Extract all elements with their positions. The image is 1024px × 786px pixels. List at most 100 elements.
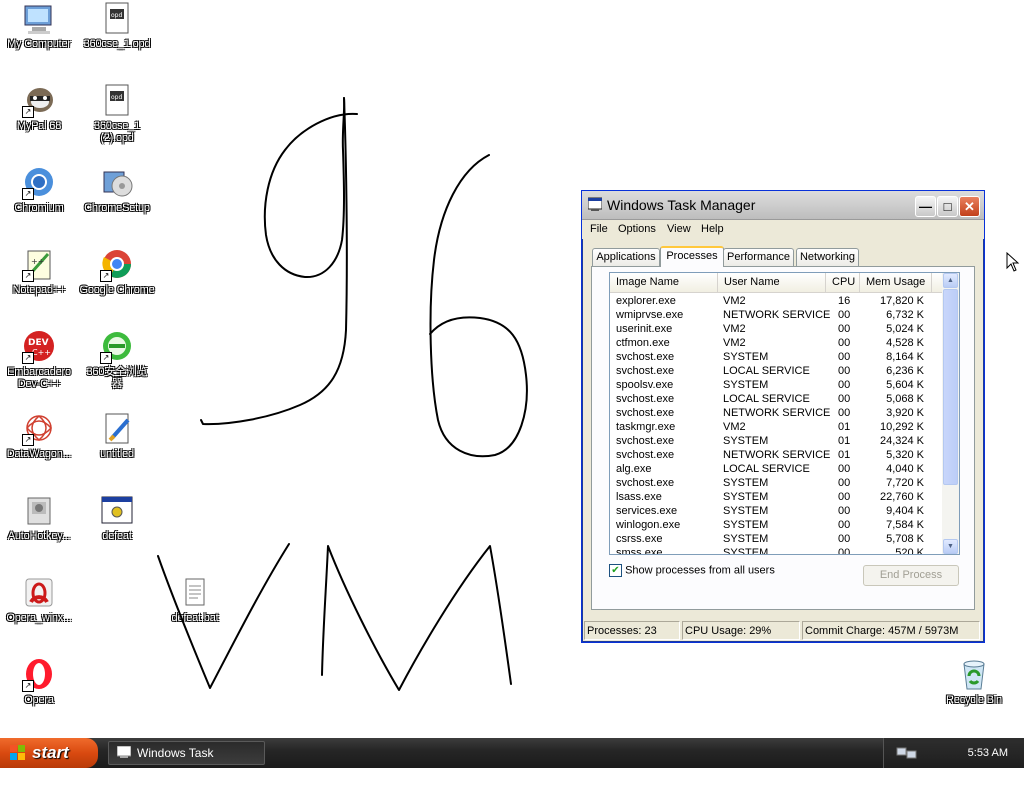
process-mem-usage: 4,040 K <box>886 463 924 475</box>
taskbar-button-task-manager[interactable]: Windows Task Manager <box>108 741 265 782</box>
process-cpu: 01 <box>838 421 851 433</box>
menu-file[interactable]: File <box>590 223 608 235</box>
table-row[interactable]: svchost.exe SYSTEM 00 8,164 K <box>610 350 942 364</box>
process-image-name: svchost.exe <box>616 435 675 447</box>
table-row[interactable]: lsass.exe SYSTEM 00 22,760 K <box>610 490 942 504</box>
table-row[interactable]: alg.exe LOCAL SERVICE 00 4,040 K <box>610 462 942 476</box>
tab-performance[interactable]: Performance <box>723 248 794 266</box>
process-cpu: 00 <box>838 505 851 517</box>
column-user-name[interactable]: User Name <box>718 273 826 292</box>
process-user-name: NETWORK SERVICE <box>723 309 831 321</box>
scroll-down-button[interactable]: ▼ <box>943 539 958 554</box>
process-cpu: 00 <box>838 491 851 503</box>
process-user-name: LOCAL SERVICE <box>723 393 810 405</box>
process-mem-usage: 5,708 K <box>886 533 924 545</box>
table-row[interactable]: svchost.exe LOCAL SERVICE 00 6,236 K <box>610 364 942 378</box>
table-row[interactable]: csrss.exe SYSTEM 00 5,708 K <box>610 532 942 546</box>
process-image-name: services.exe <box>616 505 678 517</box>
process-image-name: ctfmon.exe <box>616 337 670 349</box>
process-mem-usage: 6,236 K <box>886 365 924 377</box>
menu-help[interactable]: Help <box>701 223 724 235</box>
drawn-stroke-six <box>429 154 528 458</box>
process-image-name: wmiprvse.exe <box>616 309 684 321</box>
minimize-icon: — <box>919 199 932 214</box>
process-mem-usage: 5,604 K <box>886 379 924 391</box>
process-cpu: 00 <box>838 379 851 391</box>
table-row[interactable]: ctfmon.exe VM2 00 4,528 K <box>610 336 942 350</box>
network-connection-icon[interactable] <box>896 745 918 761</box>
table-row[interactable]: svchost.exe SYSTEM 01 24,324 K <box>610 434 942 448</box>
status-processes: Processes: 23 <box>584 621 680 640</box>
process-mem-usage: 4,528 K <box>886 337 924 349</box>
processes-panel: Image Name User Name CPU Mem Usage explo… <box>591 266 975 610</box>
process-image-name: svchost.exe <box>616 449 675 461</box>
column-mem-usage[interactable]: Mem Usage <box>860 273 932 292</box>
close-button[interactable]: ✕ <box>959 196 980 217</box>
close-icon: ✕ <box>964 199 975 214</box>
process-user-name: SYSTEM <box>723 491 769 503</box>
tab-applications[interactable]: Applications <box>592 248 660 266</box>
minimize-button[interactable]: — <box>915 196 936 217</box>
process-cpu: 00 <box>838 393 851 405</box>
process-user-name: SYSTEM <box>723 547 769 555</box>
process-user-name: SYSTEM <box>723 477 769 489</box>
process-cpu: 01 <box>838 449 851 461</box>
table-row[interactable]: explorer.exe VM2 16 17,820 K <box>610 294 942 308</box>
tab-networking[interactable]: Networking <box>796 248 859 266</box>
menu-options[interactable]: Options <box>618 223 656 235</box>
table-row[interactable]: svchost.exe NETWORK SERVICE 01 5,320 K <box>610 448 942 462</box>
vertical-scrollbar[interactable]: ▲ ▼ <box>942 273 959 554</box>
process-mem-usage: 22,760 K <box>879 491 924 503</box>
column-image-name[interactable]: Image Name <box>610 273 718 292</box>
drawn-stroke-m <box>321 545 512 691</box>
process-image-name: spoolsv.exe <box>616 379 674 391</box>
start-button[interactable]: start <box>0 738 98 768</box>
table-row[interactable]: userinit.exe VM2 00 5,024 K <box>610 322 942 336</box>
table-row[interactable]: svchost.exe NETWORK SERVICE 00 3,920 K <box>610 406 942 420</box>
process-cpu: 00 <box>838 351 851 363</box>
table-row[interactable]: wmiprvse.exe NETWORK SERVICE 00 6,732 K <box>610 308 942 322</box>
process-image-name: svchost.exe <box>616 351 675 363</box>
status-cpu-usage: CPU Usage: 29% <box>682 621 800 640</box>
list-header: Image Name User Name CPU Mem Usage <box>610 273 942 293</box>
process-image-name: svchost.exe <box>616 407 675 419</box>
table-row[interactable]: winlogon.exe SYSTEM 00 7,584 K <box>610 518 942 532</box>
process-image-name: svchost.exe <box>616 477 675 489</box>
show-all-processes-option[interactable]: ✔ Show processes from all users <box>609 564 775 577</box>
process-image-name: explorer.exe <box>616 295 676 307</box>
table-row[interactable]: svchost.exe LOCAL SERVICE 00 5,068 K <box>610 392 942 406</box>
process-user-name: NETWORK SERVICE <box>723 407 831 419</box>
process-user-name: SYSTEM <box>723 379 769 391</box>
process-image-name: winlogon.exe <box>616 519 681 531</box>
process-cpu: 00 <box>838 309 851 321</box>
start-label: start <box>32 743 69 762</box>
process-cpu: 00 <box>838 323 851 335</box>
title-bar[interactable]: Windows Task Manager — □ ✕ <box>582 191 984 220</box>
clock[interactable]: 5:53 AM <box>968 738 1008 768</box>
menu-bar: File Options View Help <box>582 220 984 239</box>
column-cpu[interactable]: CPU <box>826 273 860 292</box>
menu-view[interactable]: View <box>667 223 691 235</box>
tab-processes[interactable]: Processes <box>660 246 724 267</box>
show-all-processes-checkbox[interactable]: ✔ <box>609 564 622 577</box>
maximize-button[interactable]: □ <box>937 196 958 217</box>
scroll-up-button[interactable]: ▲ <box>943 273 958 288</box>
table-row[interactable]: spoolsv.exe SYSTEM 00 5,604 K <box>610 378 942 392</box>
drawn-stroke-nine-tail <box>200 97 348 426</box>
process-cpu: 00 <box>838 407 851 419</box>
end-process-button[interactable]: End Process <box>863 565 959 586</box>
scroll-thumb[interactable] <box>943 289 958 485</box>
drawn-stroke-v <box>157 543 290 689</box>
window-title: Windows Task Manager <box>607 197 756 213</box>
task-manager-window[interactable]: Windows Task Manager — □ ✕ File Options … <box>581 190 985 643</box>
table-row[interactable]: services.exe SYSTEM 00 9,404 K <box>610 504 942 518</box>
process-cpu: 00 <box>838 519 851 531</box>
table-row[interactable]: taskmgr.exe VM2 01 10,292 K <box>610 420 942 434</box>
process-user-name: SYSTEM <box>723 351 769 363</box>
table-row[interactable]: svchost.exe SYSTEM 00 7,720 K <box>610 476 942 490</box>
process-mem-usage: 5,068 K <box>886 393 924 405</box>
process-user-name: SYSTEM <box>723 519 769 531</box>
process-mem-usage: 9,404 K <box>886 505 924 517</box>
process-list[interactable]: Image Name User Name CPU Mem Usage explo… <box>609 272 960 555</box>
table-row[interactable]: smss.exe SYSTEM 00 520 K <box>610 546 942 555</box>
